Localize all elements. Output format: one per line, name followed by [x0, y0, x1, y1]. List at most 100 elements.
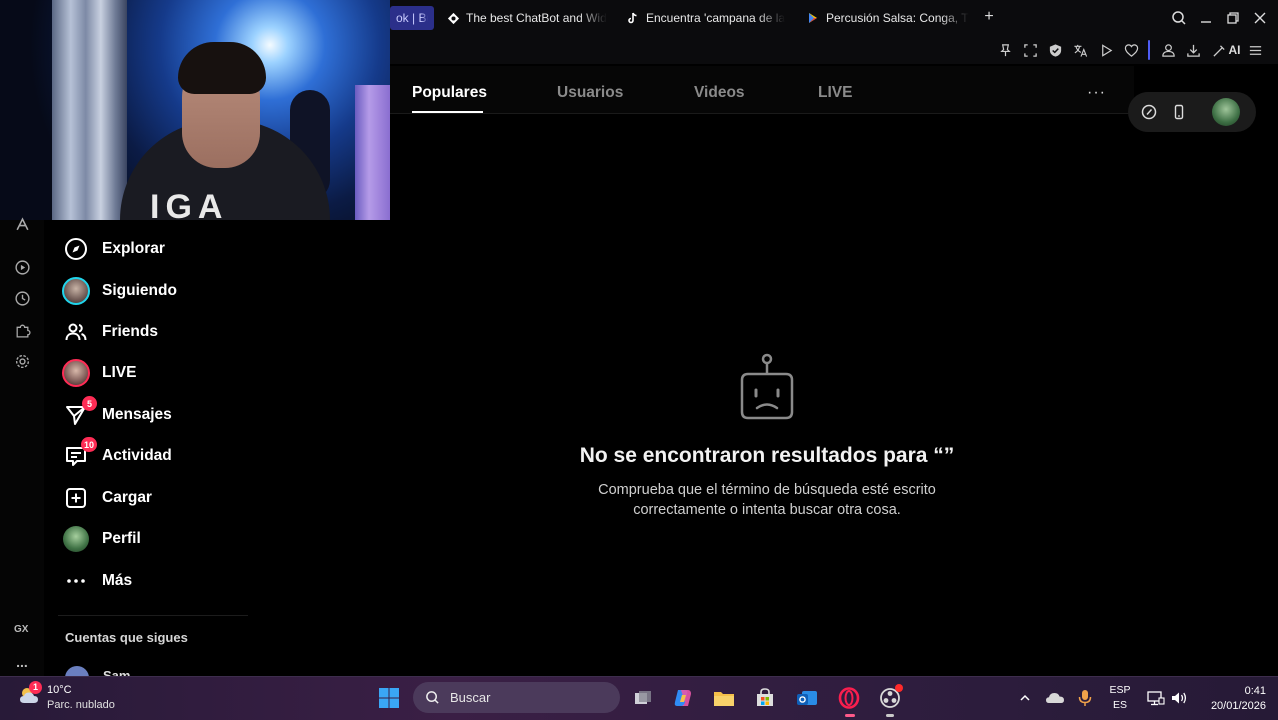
ai-button[interactable]: AI	[1210, 40, 1242, 60]
avatar	[65, 666, 89, 676]
opera-gx-icon[interactable]	[836, 685, 862, 711]
coin-icon[interactable]	[1138, 101, 1160, 123]
close-icon[interactable]	[1250, 8, 1270, 28]
nav-cargar[interactable]: Cargar	[61, 481, 152, 515]
empty-state-subtitle: Comprueba que el término de búsqueda est…	[598, 482, 936, 518]
nav-label: Cargar	[102, 489, 152, 506]
active-tab-indicator	[412, 111, 483, 113]
onedrive-icon[interactable]	[1042, 685, 1068, 711]
nav-explorar[interactable]: Explorar	[61, 232, 165, 266]
extension-icon[interactable]	[12, 214, 32, 234]
outlook-icon[interactable]	[794, 685, 820, 711]
search-tabs-icon[interactable]	[1169, 8, 1189, 28]
nav-mas[interactable]: Más	[61, 564, 132, 598]
results-more-button[interactable]: ···	[1087, 84, 1106, 102]
copilot-icon[interactable]	[670, 685, 696, 711]
tab-title: The best ChatBot and Wid	[466, 11, 607, 25]
sidebar-more-icon[interactable]: ...	[12, 652, 32, 672]
windows-start-icon[interactable]	[376, 685, 402, 711]
friends-icon	[61, 317, 91, 347]
play-store-icon	[806, 11, 820, 25]
settings-icon[interactable]	[12, 351, 32, 371]
ai-label: AI	[1228, 43, 1241, 57]
microphone-icon[interactable]	[1072, 685, 1098, 711]
heart-icon[interactable]	[1121, 40, 1141, 60]
account-icon[interactable]	[1158, 40, 1178, 60]
nav-label: Siguiendo	[102, 282, 177, 299]
snapshot-icon[interactable]	[1020, 40, 1040, 60]
task-view-icon[interactable]	[630, 685, 656, 711]
tab-tiktok-search[interactable]: ok | Bu	[390, 6, 434, 30]
player-icon[interactable]	[12, 257, 32, 277]
weather-description[interactable]: Parc. nublado	[47, 699, 115, 711]
results-tab-bar	[390, 66, 1134, 114]
tab-percusion-salsa[interactable]: Percusión Salsa: Conga, T	[806, 6, 971, 30]
shield-icon[interactable]	[1045, 40, 1065, 60]
translate-icon[interactable]	[1070, 40, 1090, 60]
sad-robot-icon	[740, 353, 794, 420]
volume-icon[interactable]	[1166, 685, 1192, 711]
gx-corner-label[interactable]: GX	[14, 624, 28, 635]
menu-icon[interactable]	[1245, 40, 1265, 60]
nav-mensajes[interactable]: 5 Mensajes	[61, 396, 172, 432]
webcam-overlay: IGA	[0, 0, 390, 220]
weather-alert-badge: 1	[29, 681, 42, 694]
running-app-indicator	[886, 714, 894, 717]
messages-badge: 5	[82, 396, 97, 411]
nav-perfil[interactable]: Perfil	[61, 522, 141, 556]
search-results-area	[390, 64, 1278, 676]
nav-label: Perfil	[102, 530, 141, 547]
paper-plane-icon: 5	[61, 396, 97, 430]
language-indicator[interactable]: ESP	[1106, 684, 1134, 696]
download-icon[interactable]	[1183, 40, 1203, 60]
tiktok-icon	[626, 11, 640, 25]
nav-actividad[interactable]: 10 Actividad	[61, 437, 172, 473]
wand-icon	[1212, 44, 1225, 57]
weather-temperature[interactable]: 10°C	[47, 684, 72, 696]
curtain	[52, 0, 127, 220]
tab-populares[interactable]: Populares	[412, 84, 487, 102]
restore-icon[interactable]	[1223, 8, 1243, 28]
tab-chatbot[interactable]: The best ChatBot and Wid	[446, 6, 608, 30]
tab-usuarios[interactable]: Usuarios	[557, 84, 623, 102]
nav-label: Mensajes	[102, 406, 172, 423]
hoodie-print: IGA	[150, 188, 229, 220]
wall-light	[355, 85, 390, 220]
puzzle-icon[interactable]	[12, 320, 32, 340]
phone-icon[interactable]	[1168, 101, 1190, 123]
nav-label: Más	[102, 572, 133, 589]
tab-videos[interactable]: Videos	[694, 84, 745, 102]
taskbar-clock[interactable]: 0:41 20/01/2026	[1196, 684, 1266, 714]
following-avatar	[61, 276, 91, 306]
plus-square-icon	[61, 483, 91, 513]
pin-icon[interactable]	[995, 40, 1015, 60]
following-account-name: Sam	[103, 668, 131, 676]
empty-state-title: No se encontraron resultados para “”	[579, 444, 955, 467]
following-account-item[interactable]: Sam	[65, 666, 265, 676]
new-tab-button[interactable]: +	[980, 8, 998, 26]
avatar[interactable]	[1212, 98, 1240, 126]
history-icon[interactable]	[12, 288, 32, 308]
tab-live[interactable]: LIVE	[818, 84, 852, 102]
tab-title: Percusión Salsa: Conga, T	[826, 11, 969, 25]
minimize-icon[interactable]	[1196, 8, 1216, 28]
nav-friends[interactable]: Friends	[61, 315, 158, 349]
activity-badge: 10	[80, 437, 97, 452]
chevron-up-icon[interactable]	[1012, 685, 1038, 711]
file-explorer-icon[interactable]	[711, 685, 737, 711]
active-app-indicator	[845, 714, 855, 717]
nav-siguiendo[interactable]: Siguiendo	[61, 274, 177, 308]
keyboard-layout[interactable]: ES	[1106, 699, 1134, 711]
taskbar-search-placeholder: Buscar	[450, 690, 491, 705]
streamer-hair	[178, 42, 266, 94]
taskbar-search[interactable]: Buscar	[413, 682, 620, 713]
nav-live[interactable]: LIVE	[61, 356, 136, 390]
play-icon[interactable]	[1096, 40, 1116, 60]
clock-date: 20/01/2026	[1210, 700, 1266, 712]
nav-label: Friends	[102, 323, 158, 340]
compass-icon	[61, 234, 91, 264]
message-box-icon: 10	[61, 437, 97, 471]
microsoft-store-icon[interactable]	[752, 685, 778, 711]
nav-divider	[58, 615, 248, 616]
tab-tiktok-encuentra[interactable]: Encuentra 'campana de la	[626, 6, 788, 30]
